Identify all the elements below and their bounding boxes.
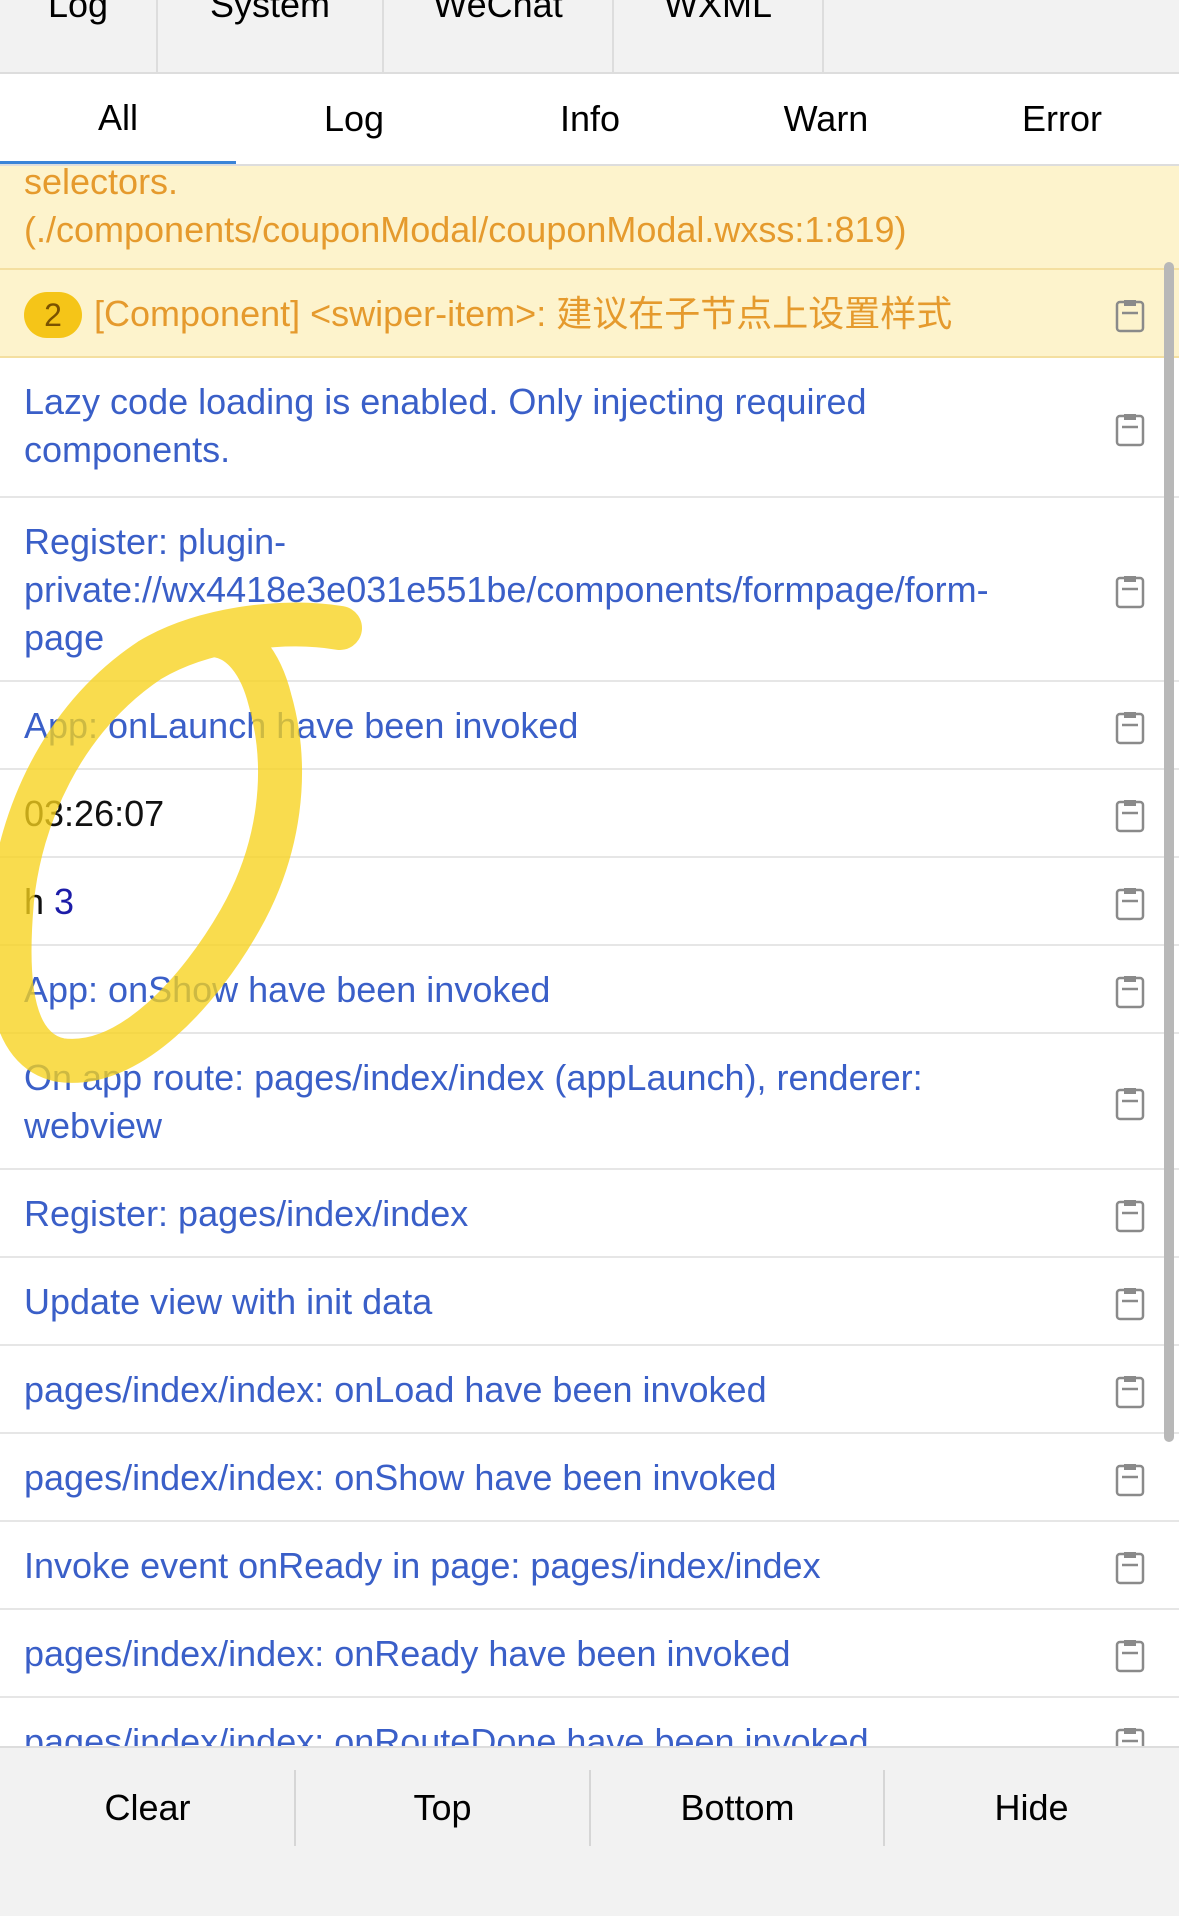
clipboard-icon[interactable] <box>1115 973 1145 1009</box>
filter-tab-error[interactable]: Error <box>944 74 1179 164</box>
outer-tab-bar: Log System WeChat WXML <box>0 0 1179 74</box>
log-message-line: Register: plugin- <box>24 521 287 562</box>
tab-wechat[interactable]: WeChat <box>384 0 614 72</box>
warning-entry[interactable]: selectors. (./components/couponModal/coup… <box>0 166 1179 270</box>
clipboard-icon[interactable] <box>1115 1285 1145 1321</box>
log-entry[interactable]: Register: pages/index/index <box>0 1170 1179 1258</box>
log-message-line: [Component] <swiper-item>: 建议在子节点上设置样式 <box>94 293 953 334</box>
log-message-line: (./components/couponModal/couponModal.wx… <box>24 209 907 250</box>
clipboard-icon[interactable] <box>1115 1373 1145 1409</box>
clipboard-icon[interactable] <box>1115 573 1145 609</box>
filter-tab-info[interactable]: Info <box>472 74 708 164</box>
log-entry[interactable]: App: onLaunch have been invoked <box>0 682 1179 770</box>
log-entry[interactable]: pages/index/index: onReady have been inv… <box>0 1610 1179 1698</box>
log-message: pages/index/index: onLoad have been invo… <box>24 1366 1104 1414</box>
log-entry[interactable]: Lazy code loading is enabled. Only injec… <box>0 358 1179 498</box>
log-entry[interactable]: Register: plugin-private://wx4418e3e031e… <box>0 498 1179 682</box>
log-message-line: webview <box>24 1105 163 1146</box>
log-message-line: Update view with init data <box>24 1281 433 1322</box>
log-message-line: Lazy code loading is enabled. Only injec… <box>24 381 867 422</box>
filter-tab-log[interactable]: Log <box>236 74 472 164</box>
clipboard-icon[interactable] <box>1115 709 1145 745</box>
log-message: App: onShow have been invoked <box>24 966 1104 1014</box>
clipboard-icon[interactable] <box>1115 1549 1145 1585</box>
log-message-prefix: h <box>24 881 45 922</box>
log-message-line: selectors. <box>24 166 179 202</box>
log-message: 03:26:07 <box>24 790 1104 838</box>
log-message-line: private://wx4418e3e031e551be/components/… <box>24 569 989 610</box>
log-message: Update view with init data <box>24 1278 1104 1326</box>
log-message-line: Register: pages/index/index <box>24 1193 469 1234</box>
top-button[interactable]: Top <box>295 1748 590 1868</box>
clipboard-icon[interactable] <box>1115 1461 1145 1497</box>
warning-entry[interactable]: 2 [Component] <swiper-item>: 建议在子节点上设置样式 <box>0 270 1179 358</box>
log-message-line: pages/index/index: onLoad have been invo… <box>24 1369 767 1410</box>
log-message-line: pages/index/index: onRouteDone have been… <box>24 1721 869 1746</box>
log-message: App: onLaunch have been invoked <box>24 702 1104 750</box>
log-message-line: pages/index/index: onShow have been invo… <box>24 1457 777 1498</box>
log-message: h 3 <box>24 878 1104 926</box>
log-message: Lazy code loading is enabled. Only injec… <box>24 378 1104 474</box>
log-scrollbar[interactable] <box>1164 262 1174 1442</box>
filter-tab-warn[interactable]: Warn <box>708 74 944 164</box>
log-entry[interactable]: App: onShow have been invoked <box>0 946 1179 1034</box>
log-entry[interactable]: Invoke event onReady in page: pages/inde… <box>0 1522 1179 1610</box>
log-message-line: App: onLaunch have been invoked <box>24 705 579 746</box>
log-number-value: 3 <box>54 881 75 922</box>
log-message-line: page <box>24 617 105 658</box>
bottom-button[interactable]: Bottom <box>590 1748 885 1868</box>
log-entry[interactable]: Update view with init data <box>0 1258 1179 1346</box>
clipboard-icon[interactable] <box>1115 1085 1145 1121</box>
log-filter-tabs: All Log Info Warn Error <box>0 74 1179 166</box>
clipboard-icon[interactable] <box>1115 1197 1145 1233</box>
log-message-line: components. <box>24 429 231 470</box>
log-entry[interactable]: pages/index/index: onShow have been invo… <box>0 1434 1179 1522</box>
bottom-toolbar: Clear Top Bottom Hide <box>0 1746 1179 1916</box>
log-message-line: 03:26:07 <box>24 793 165 834</box>
log-message: 2 [Component] <swiper-item>: 建议在子节点上设置样式 <box>24 290 1104 338</box>
clipboard-icon[interactable] <box>1115 411 1145 447</box>
clipboard-icon[interactable] <box>1115 797 1145 833</box>
log-list[interactable]: selectors. (./components/couponModal/coup… <box>0 166 1179 1746</box>
log-message-line: App: onShow have been invoked <box>24 969 551 1010</box>
log-message: selectors. (./components/couponModal/coup… <box>24 166 1104 254</box>
filter-tab-all[interactable]: All <box>0 74 236 164</box>
hide-button[interactable]: Hide <box>884 1748 1179 1868</box>
log-entry[interactable]: pages/index/index: onRouteDone have been… <box>0 1698 1179 1746</box>
log-message: Invoke event onReady in page: pages/inde… <box>24 1542 1104 1590</box>
log-entry[interactable]: pages/index/index: onLoad have been invo… <box>0 1346 1179 1434</box>
tab-wxml[interactable]: WXML <box>614 0 824 72</box>
log-entry[interactable]: h 3 <box>0 858 1179 946</box>
clear-button[interactable]: Clear <box>0 1748 295 1868</box>
log-message: pages/index/index: onRouteDone have been… <box>24 1718 1104 1746</box>
log-message-line: Invoke event onReady in page: pages/inde… <box>24 1545 821 1586</box>
tab-log[interactable]: Log <box>0 0 158 72</box>
log-entry[interactable]: On app route: pages/index/index (appLaun… <box>0 1034 1179 1170</box>
tab-system[interactable]: System <box>158 0 384 72</box>
repeat-count-badge: 2 <box>24 292 82 338</box>
log-message: pages/index/index: onReady have been inv… <box>24 1630 1104 1678</box>
log-message: pages/index/index: onShow have been invo… <box>24 1454 1104 1502</box>
log-message: Register: plugin-private://wx4418e3e031e… <box>24 518 1104 662</box>
log-message-line: On app route: pages/index/index (appLaun… <box>24 1057 923 1098</box>
clipboard-icon[interactable] <box>1115 885 1145 921</box>
log-message: Register: pages/index/index <box>24 1190 1104 1238</box>
clipboard-icon[interactable] <box>1115 1725 1145 1746</box>
log-message: On app route: pages/index/index (appLaun… <box>24 1054 1104 1150</box>
clipboard-icon[interactable] <box>1115 297 1145 333</box>
log-message-line: pages/index/index: onReady have been inv… <box>24 1633 791 1674</box>
clipboard-icon[interactable] <box>1115 1637 1145 1673</box>
log-entry[interactable]: 03:26:07 <box>0 770 1179 858</box>
